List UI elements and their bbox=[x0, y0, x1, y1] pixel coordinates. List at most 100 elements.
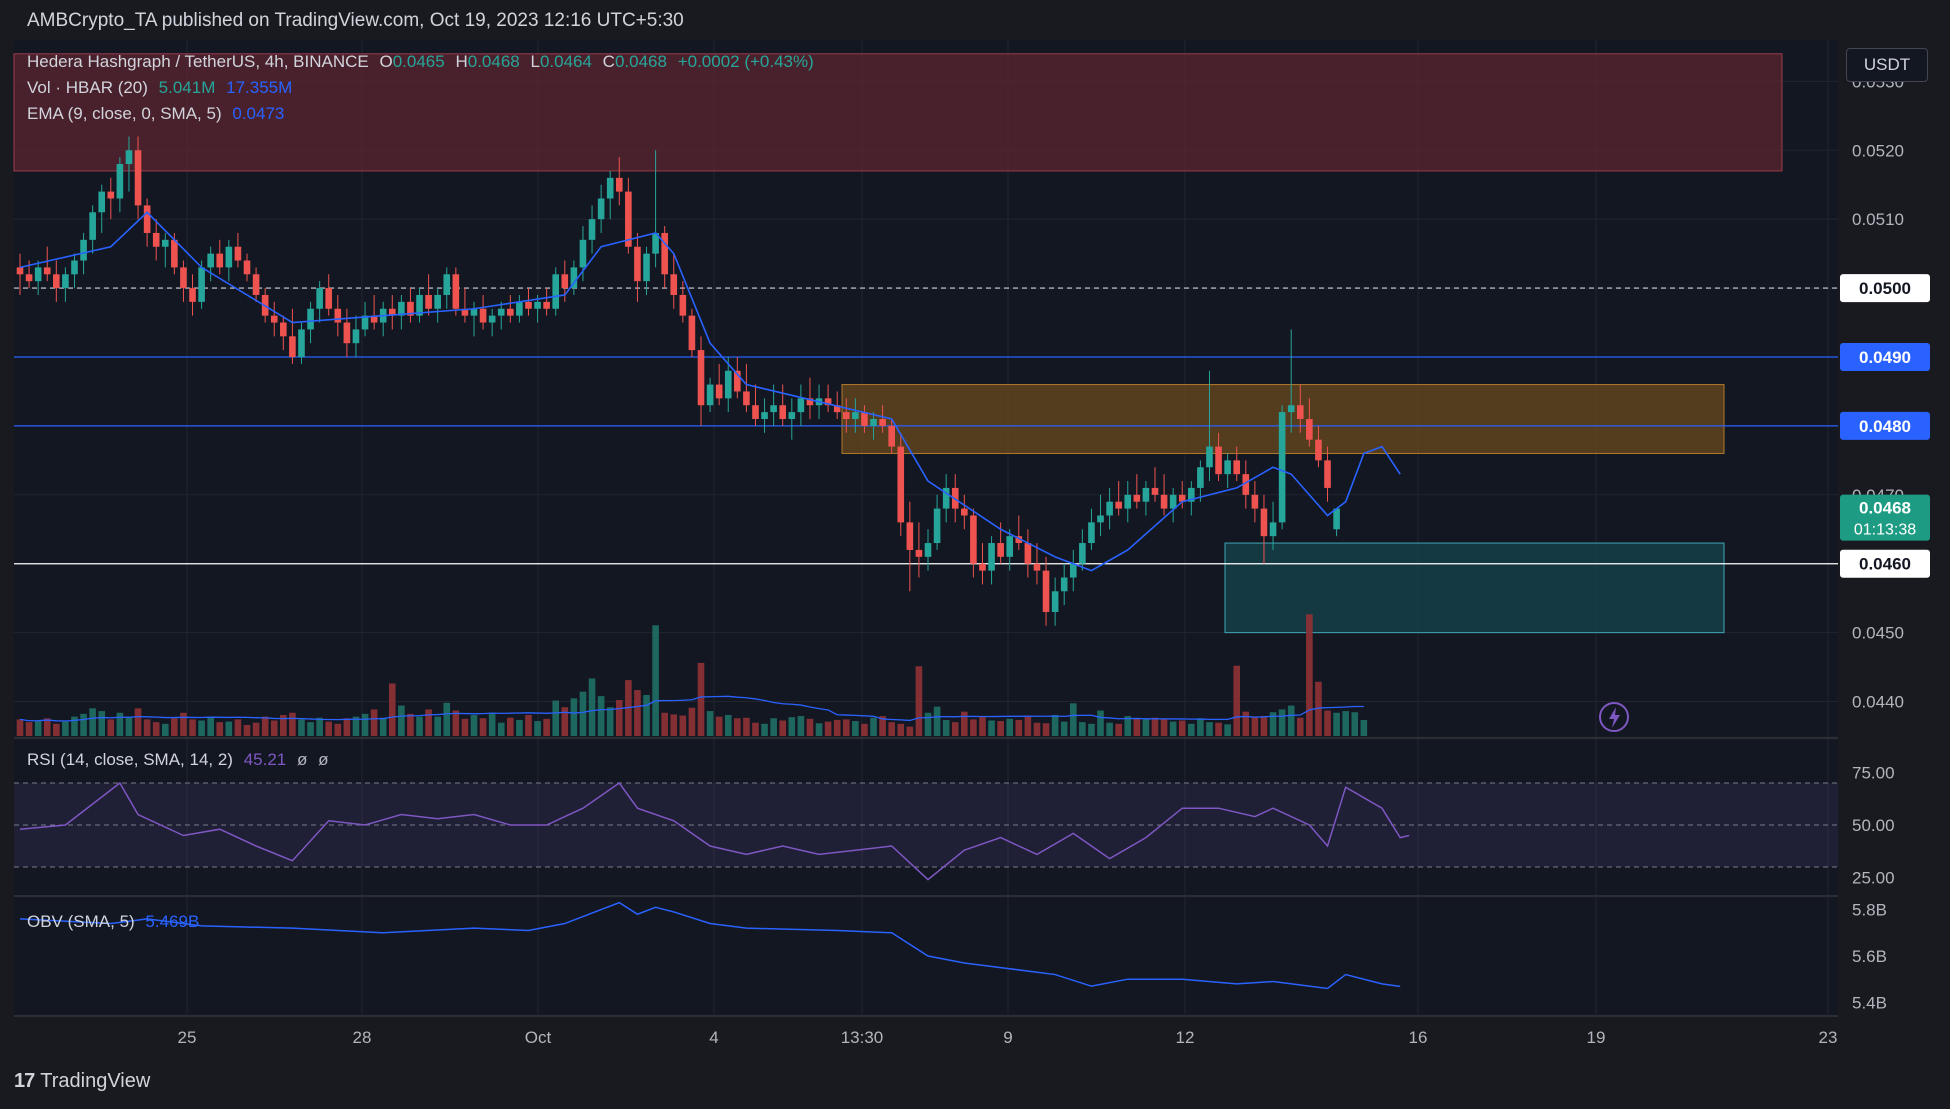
volume-bar bbox=[961, 711, 968, 736]
volume-bar bbox=[779, 720, 787, 736]
candle-body bbox=[1069, 563, 1077, 578]
candle-body bbox=[1206, 446, 1213, 468]
volume-bar bbox=[570, 698, 578, 736]
candle-body bbox=[180, 267, 187, 289]
volume-bar bbox=[488, 712, 496, 736]
volume-bar bbox=[407, 713, 414, 736]
candle-body bbox=[670, 274, 678, 295]
candle-body bbox=[225, 246, 233, 268]
candle-body bbox=[861, 412, 868, 426]
candle-body bbox=[325, 288, 333, 309]
volume-bar bbox=[252, 722, 260, 736]
candle-body bbox=[152, 232, 160, 247]
volume-bar bbox=[652, 625, 659, 736]
obv-pane-bg bbox=[14, 898, 1838, 1014]
candle-body bbox=[434, 294, 441, 309]
ema-label[interactable]: EMA (9, close, 0, SMA, 5) bbox=[27, 104, 222, 123]
currency-button[interactable]: USDT bbox=[1846, 48, 1928, 82]
volume-bar bbox=[1224, 724, 1231, 736]
candle-body bbox=[706, 384, 714, 406]
publisher-line: AMBCrypto_TA published on TradingView.co… bbox=[27, 10, 684, 31]
volume-bar bbox=[824, 721, 832, 736]
ema-value: 0.0473 bbox=[232, 104, 285, 123]
candle-body bbox=[488, 315, 496, 323]
volume-bar bbox=[216, 722, 224, 736]
time-tick-label: 4 bbox=[709, 1028, 718, 1047]
candle-body bbox=[1151, 487, 1159, 495]
current-price-badge: 0.0468 bbox=[1859, 499, 1911, 518]
volume-bar bbox=[461, 718, 469, 736]
candle-body bbox=[479, 308, 487, 323]
volume-bar bbox=[107, 719, 115, 736]
candle-body bbox=[606, 177, 614, 199]
ohlc-low-label: L bbox=[530, 52, 540, 71]
candle-body bbox=[579, 239, 587, 268]
candle-body bbox=[1278, 412, 1286, 523]
candle-body bbox=[43, 267, 51, 275]
volume-bar bbox=[906, 726, 914, 736]
candle-body bbox=[1197, 467, 1204, 488]
candle-body bbox=[979, 563, 986, 571]
volume-label[interactable]: Vol · HBAR (20) bbox=[27, 78, 148, 97]
candle-body bbox=[1215, 446, 1222, 475]
candle-body bbox=[879, 419, 886, 426]
time-tick-label: 16 bbox=[1409, 1028, 1428, 1047]
candle-body bbox=[688, 315, 696, 351]
candle-body bbox=[16, 267, 24, 275]
candle-body bbox=[53, 274, 60, 289]
candle-body bbox=[161, 239, 169, 247]
candle-body bbox=[770, 405, 777, 413]
candle-body bbox=[107, 191, 115, 199]
candle-body bbox=[171, 239, 178, 268]
ema-legend: EMA (9, close, 0, SMA, 5) 0.0473 bbox=[27, 104, 284, 124]
price-badges: 0.0500 0.0490 0.0480 0.0460 0.0468 01:13:38 bbox=[1840, 274, 1930, 578]
candle-body bbox=[189, 288, 196, 302]
candle-body bbox=[779, 405, 787, 420]
obv-tick-label: 5.8B bbox=[1852, 901, 1887, 920]
demand-zone bbox=[1224, 542, 1725, 634]
volume-bar bbox=[470, 714, 478, 736]
volume-bar bbox=[98, 711, 106, 736]
volume-bar bbox=[942, 719, 950, 736]
candle-body bbox=[1079, 543, 1086, 564]
volume-bar bbox=[34, 720, 42, 736]
symbol-name[interactable]: Hedera Hashgraph / TetherUS, 4h, BINANCE bbox=[27, 52, 369, 71]
volume-bar bbox=[1351, 712, 1359, 736]
candle-body bbox=[334, 308, 342, 323]
price-tick-label: 0.0510 bbox=[1852, 210, 1904, 229]
volume-bar bbox=[1015, 719, 1023, 736]
volume-bar bbox=[752, 722, 759, 736]
volume-bar bbox=[1287, 705, 1295, 736]
candle-body bbox=[316, 288, 323, 309]
volume-bar bbox=[1142, 719, 1150, 736]
tradingview-footer[interactable]: 17 TradingView bbox=[14, 1070, 150, 1093]
candle-body bbox=[588, 219, 596, 240]
volume-bar bbox=[797, 716, 805, 736]
chart-frame: 0.05300.05200.05100.05000.04900.04800.04… bbox=[0, 0, 1950, 1109]
volume-bar bbox=[1006, 718, 1014, 736]
rsi-label[interactable]: RSI (14, close, SMA, 14, 2) bbox=[27, 750, 233, 769]
ohlc-change: +0.0002 (+0.43%) bbox=[677, 52, 814, 71]
volume-bar bbox=[1133, 718, 1141, 736]
candle-body bbox=[125, 150, 133, 165]
rsi-pane bbox=[14, 781, 1838, 881]
candle-body bbox=[1133, 494, 1141, 502]
candle-body bbox=[933, 508, 941, 544]
volume-bar bbox=[1324, 710, 1331, 736]
volume-bar bbox=[1342, 711, 1349, 736]
obv-label[interactable]: OBV (SMA, 5) bbox=[27, 912, 135, 931]
volume-bar bbox=[143, 719, 151, 736]
candle-body bbox=[1051, 591, 1059, 612]
volume-bar bbox=[1079, 722, 1086, 736]
volume-bar bbox=[997, 721, 1004, 736]
volume-bar bbox=[552, 700, 560, 736]
volume-bar bbox=[1333, 712, 1340, 736]
volume-bar bbox=[53, 723, 60, 736]
volume-bar bbox=[579, 691, 587, 736]
obv-legend: OBV (SMA, 5) 5.469B bbox=[27, 912, 199, 932]
badge-0460: 0.0460 bbox=[1859, 555, 1911, 574]
volume-bar bbox=[606, 707, 614, 736]
candle-body bbox=[997, 543, 1004, 557]
chart-svg[interactable]: 0.05300.05200.05100.05000.04900.04800.04… bbox=[0, 0, 1950, 1109]
candle-body bbox=[1088, 522, 1095, 544]
